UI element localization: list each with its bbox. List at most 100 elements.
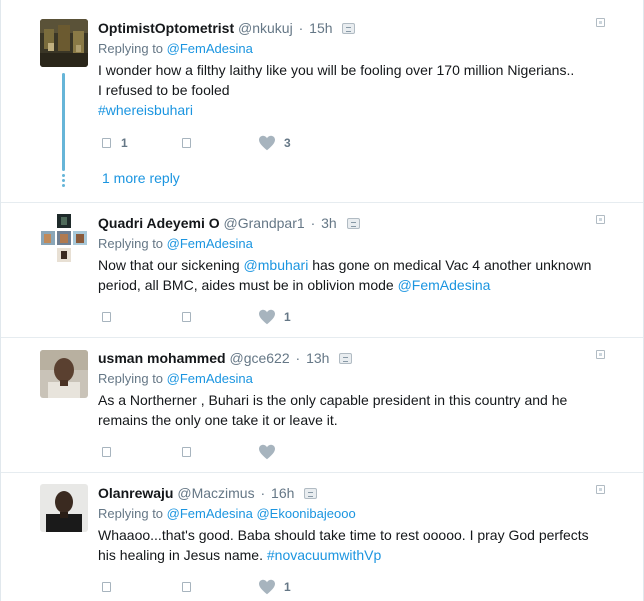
reply-button[interactable] — [98, 312, 178, 322]
tweet-header: OptimistOptometrist @nkukuj · 15h — [98, 18, 631, 38]
avatar[interactable] — [40, 350, 88, 398]
replying-mention[interactable]: @FemAdesina — [167, 506, 253, 521]
caret-icon[interactable] — [596, 18, 605, 27]
caret-icon[interactable] — [596, 485, 605, 494]
like-count: 3 — [284, 136, 291, 150]
retweet-button[interactable] — [178, 138, 258, 148]
thread-dot — [62, 174, 65, 177]
author-username[interactable]: @nkukuj — [238, 20, 293, 36]
tweet-timeline: OptimistOptometrist @nkukuj · 15h Replyi… — [0, 0, 644, 601]
replying-label: Replying to — [98, 41, 164, 56]
like-count: 1 — [284, 580, 291, 594]
tweet-header: usman mohammed @gce622 · 13h — [98, 348, 631, 368]
hashtag-link[interactable]: #novacuumwithVp — [267, 547, 381, 563]
author-fullname[interactable]: usman mohammed — [98, 350, 226, 366]
tweet[interactable]: Quadri Adeyemi O @Grandpar1 · 3h Replyin… — [1, 203, 643, 338]
replying-label: Replying to — [98, 236, 164, 251]
tweet-content: usman mohammed @gce622 · 13h Replying to… — [98, 348, 631, 430]
retweet-button[interactable] — [178, 447, 258, 457]
text-segment: has gone on medical Vac 4 another unknow… — [308, 257, 592, 273]
translate-icon[interactable] — [304, 488, 318, 499]
tweet-text-line: Whaaoo...that's good. Baba should take t… — [98, 527, 589, 543]
replying-to: Replying to @FemAdesina — [98, 39, 631, 59]
tweet-text-line: I wonder how a filthy laithy like you wi… — [98, 62, 575, 78]
tweet-actions: 1 — [98, 307, 318, 327]
mention-link[interactable]: @FemAdesina — [398, 277, 491, 293]
more-replies-link[interactable]: 1 more reply — [102, 170, 180, 186]
tweet[interactable]: usman mohammed @gce622 · 13h Replying to… — [1, 338, 643, 473]
caret-icon[interactable] — [596, 215, 605, 224]
retweet-icon — [182, 312, 191, 322]
tweet[interactable]: OptimistOptometrist @nkukuj · 15h Replyi… — [1, 0, 643, 203]
avatar[interactable] — [40, 19, 88, 67]
reply-button[interactable] — [98, 447, 178, 457]
translate-icon[interactable] — [342, 23, 356, 34]
like-button[interactable]: 1 — [258, 309, 318, 325]
replying-mention[interactable]: @FemAdesina — [167, 371, 253, 386]
thread-connector — [62, 73, 65, 171]
text-segment: Now that our sickening — [98, 257, 244, 273]
like-button[interactable]: 1 — [258, 579, 318, 595]
separator-dot: · — [298, 20, 304, 36]
mention-link[interactable]: @mbuhari — [244, 257, 309, 273]
replying-label: Replying to — [98, 506, 164, 521]
replying-mention[interactable]: @Ekoonibajeooo — [256, 506, 355, 521]
author-fullname[interactable]: OptimistOptometrist — [98, 20, 234, 36]
reply-button[interactable]: 1 — [98, 136, 178, 150]
tweet-text-line: I refused to be fooled — [98, 82, 230, 98]
retweet-icon — [182, 138, 191, 148]
reply-icon — [102, 312, 111, 322]
tweet-time[interactable]: 16h — [271, 485, 294, 501]
retweet-button[interactable] — [178, 582, 258, 592]
tweet-text: As a Northerner , Buhari is the only cap… — [98, 390, 631, 430]
tweet-text-line: As a Northerner , Buhari is the only cap… — [98, 392, 568, 408]
tweet-text: Whaaoo...that's good. Baba should take t… — [98, 525, 631, 565]
heart-icon — [259, 444, 275, 460]
tweet-header: Quadri Adeyemi O @Grandpar1 · 3h — [98, 213, 631, 233]
avatar[interactable] — [40, 484, 88, 532]
reply-icon — [102, 447, 111, 457]
tweet-text-line: remains the only one take it or leave it… — [98, 412, 338, 428]
tweet-time[interactable]: 3h — [321, 215, 337, 231]
author-username[interactable]: @Maczimus — [177, 485, 254, 501]
tweet-actions: 1 3 — [98, 133, 318, 153]
reply-button[interactable] — [98, 582, 178, 592]
like-count: 1 — [284, 310, 291, 324]
text-segment: period, all BMC, aides must be in oblivi… — [98, 277, 398, 293]
reply-icon — [102, 138, 111, 148]
replying-to: Replying to @FemAdesina — [98, 234, 631, 254]
like-button[interactable] — [258, 444, 318, 460]
retweet-icon — [182, 447, 191, 457]
author-fullname[interactable]: Quadri Adeyemi O — [98, 215, 220, 231]
hashtag-link[interactable]: #whereisbuhari — [98, 100, 631, 120]
tweet-text-line: period, all BMC, aides must be in oblivi… — [98, 275, 631, 295]
heart-icon — [259, 579, 275, 595]
author-username[interactable]: @gce622 — [229, 350, 289, 366]
like-button[interactable]: 3 — [258, 135, 318, 151]
tweet[interactable]: Olanrewaju @Maczimus · 16h Replying to @… — [1, 473, 643, 601]
retweet-icon — [182, 582, 191, 592]
tweet-header: Olanrewaju @Maczimus · 16h — [98, 483, 631, 503]
avatar[interactable] — [40, 214, 88, 262]
tweet-time[interactable]: 13h — [306, 350, 329, 366]
translate-icon[interactable] — [339, 353, 353, 364]
replying-label: Replying to — [98, 371, 164, 386]
tweet-text: I wonder how a filthy laithy like you wi… — [98, 60, 631, 120]
replying-to: Replying to @FemAdesina — [98, 369, 631, 389]
caret-icon[interactable] — [596, 350, 605, 359]
tweet-text-line: his healing in Jesus name. #novacuumwith… — [98, 545, 631, 565]
separator-dot: · — [295, 350, 301, 366]
author-fullname[interactable]: Olanrewaju — [98, 485, 173, 501]
tweet-actions: 1 — [98, 577, 318, 597]
author-username[interactable]: @Grandpar1 — [224, 215, 305, 231]
thread-dot — [62, 179, 65, 182]
replying-mention[interactable]: @FemAdesina — [167, 41, 253, 56]
tweet-actions — [98, 442, 318, 462]
tweet-time[interactable]: 15h — [309, 20, 332, 36]
tweet-text-line: Now that our sickening @mbuhari has gone… — [98, 255, 631, 275]
replying-mention[interactable]: @FemAdesina — [167, 236, 253, 251]
separator-dot: · — [310, 215, 316, 231]
tweet-content: Olanrewaju @Maczimus · 16h Replying to @… — [98, 483, 631, 565]
translate-icon[interactable] — [346, 218, 360, 229]
retweet-button[interactable] — [178, 312, 258, 322]
